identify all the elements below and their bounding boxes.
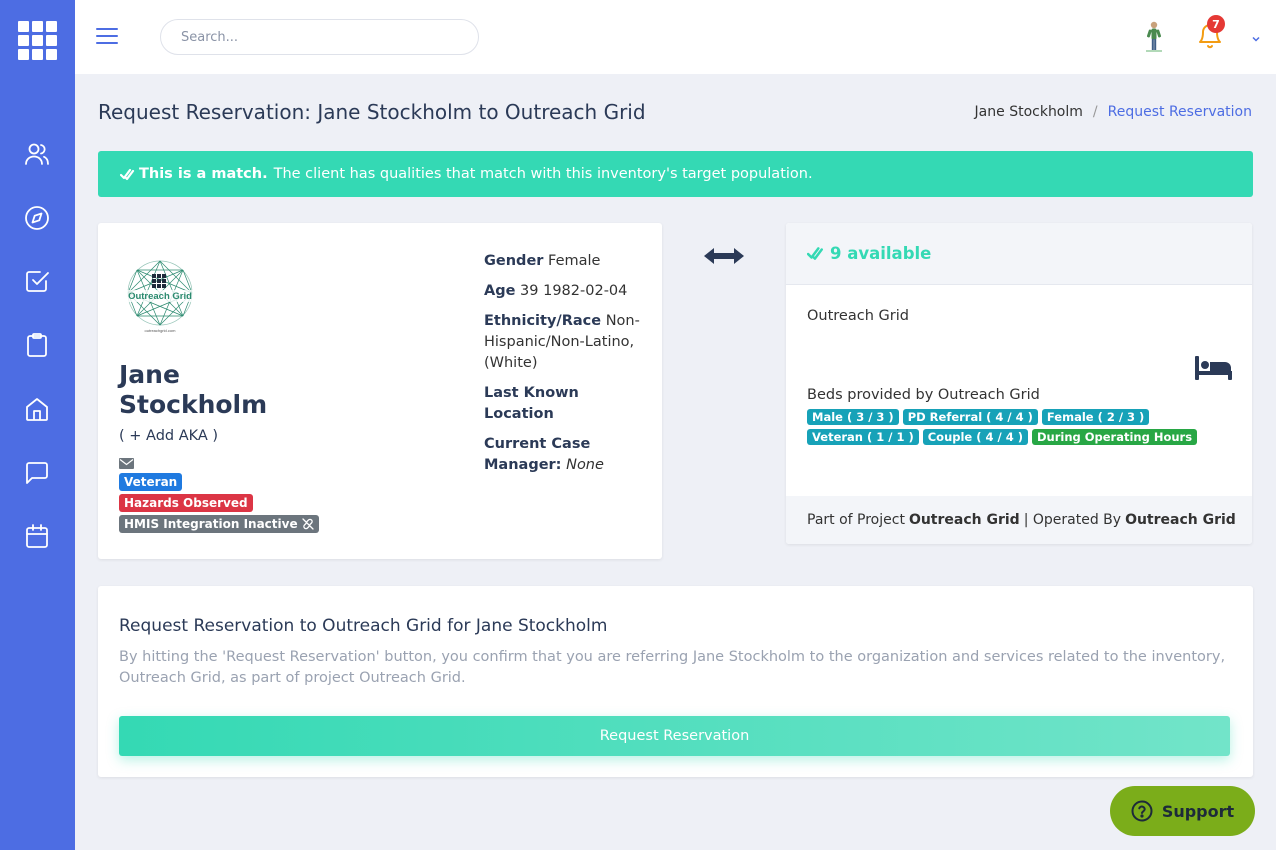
availability-count: 9 available bbox=[830, 244, 932, 263]
footer-mid: | Operated By bbox=[1023, 512, 1122, 528]
outreach-grid-logo: Outreach Grid outreachgrid.com bbox=[120, 259, 204, 339]
compass-icon[interactable] bbox=[23, 204, 51, 232]
tag-female: Female ( 2 / 3 ) bbox=[1041, 409, 1150, 425]
case-manager-row: Current Case Manager: None bbox=[484, 434, 649, 476]
inventory-card: 9 available Outreach Grid Beds provided … bbox=[786, 223, 1252, 544]
hmis-badge: HMIS Integration Inactive bbox=[119, 515, 319, 533]
menu-toggle-icon[interactable] bbox=[96, 28, 118, 46]
chevron-down-icon[interactable] bbox=[1250, 30, 1262, 42]
match-alert-text: The client has qualities that match with… bbox=[273, 166, 813, 182]
tag-male: Male ( 3 / 3 ) bbox=[807, 409, 899, 425]
tag-pd-referral: PD Referral ( 4 / 4 ) bbox=[902, 409, 1038, 425]
search-input[interactable] bbox=[160, 19, 479, 55]
sidebar bbox=[0, 0, 75, 850]
double-check-icon bbox=[807, 247, 823, 260]
tag-veteran: Veteran ( 1 / 1 ) bbox=[807, 429, 919, 445]
ethnicity-row: Ethnicity/Race Non-Hispanic/Non-Latino, … bbox=[484, 311, 649, 374]
client-card: Outreach Grid outreachgrid.com Jane Stoc… bbox=[98, 223, 662, 559]
beds-provided-label: Beds provided by Outreach Grid bbox=[807, 387, 1040, 403]
help-circle-icon bbox=[1131, 800, 1153, 822]
tag-operating-hours: During Operating Hours bbox=[1031, 429, 1198, 445]
home-icon[interactable] bbox=[23, 395, 51, 423]
footer-prefix: Part of Project bbox=[807, 512, 905, 528]
users-icon[interactable] bbox=[23, 140, 51, 168]
request-reservation-button[interactable]: Request Reservation bbox=[119, 716, 1230, 756]
gender-value: Female bbox=[548, 253, 601, 269]
unlink-icon bbox=[301, 518, 314, 530]
calendar-icon[interactable] bbox=[23, 522, 51, 550]
inventory-footer: Part of Project Outreach Grid | Operated… bbox=[786, 496, 1252, 544]
age-row: Age 39 1982-02-04 bbox=[484, 281, 649, 302]
double-check-icon bbox=[120, 168, 135, 180]
double-arrow-icon bbox=[702, 246, 746, 266]
user-avatar[interactable] bbox=[1140, 20, 1168, 54]
gender-label: Gender bbox=[484, 253, 544, 269]
clipboard-icon[interactable] bbox=[23, 331, 51, 359]
breadcrumb-current: Request Reservation bbox=[1107, 104, 1252, 120]
logo-text: Outreach Grid bbox=[128, 291, 192, 302]
hmis-badge-label: HMIS Integration Inactive bbox=[124, 517, 298, 531]
inventory-name: Outreach Grid bbox=[807, 308, 909, 324]
chat-icon[interactable] bbox=[23, 459, 51, 487]
client-details: Gender Female Age 39 1982-02-04 Ethnicit… bbox=[484, 251, 649, 485]
client-first-name: Jane bbox=[119, 360, 180, 389]
age-value: 39 1982-02-04 bbox=[520, 283, 628, 299]
request-title: Request Reservation to Outreach Grid for… bbox=[119, 616, 608, 636]
add-aka-link[interactable]: ( + Add AKA ) bbox=[119, 428, 218, 444]
apps-grid-icon[interactable] bbox=[18, 21, 57, 60]
bed-icon bbox=[1195, 356, 1232, 380]
footer-operator: Outreach Grid bbox=[1125, 512, 1236, 528]
footer-project: Outreach Grid bbox=[908, 512, 1020, 528]
support-button[interactable]: Support bbox=[1110, 786, 1255, 836]
page-title: Request Reservation: Jane Stockholm to O… bbox=[98, 100, 646, 124]
request-description: By hitting the 'Request Reservation' but… bbox=[119, 649, 1226, 686]
population-tags: Male ( 3 / 3 ) PD Referral ( 4 / 4 ) Fem… bbox=[807, 409, 1237, 445]
client-last-name: Stockholm bbox=[119, 390, 268, 419]
veteran-badge: Veteran bbox=[119, 473, 183, 491]
tag-couple: Couple ( 4 / 4 ) bbox=[922, 429, 1028, 445]
gender-row: Gender Female bbox=[484, 251, 649, 272]
age-label: Age bbox=[484, 283, 516, 299]
match-alert: This is a match. The client has qualitie… bbox=[98, 151, 1253, 197]
client-name: Jane Stockholm bbox=[119, 360, 267, 420]
case-manager-value: None bbox=[566, 457, 604, 473]
logo-subtext: outreachgrid.com bbox=[145, 328, 177, 333]
top-bar: 7 bbox=[75, 0, 1276, 74]
breadcrumb-client-link[interactable]: Jane Stockholm bbox=[975, 104, 1083, 120]
support-label: Support bbox=[1161, 801, 1235, 821]
envelope-icon[interactable] bbox=[119, 454, 134, 469]
hazards-badge: Hazards Observed bbox=[119, 494, 253, 512]
request-card: Request Reservation to Outreach Grid for… bbox=[98, 586, 1253, 777]
notification-count-badge: 7 bbox=[1207, 15, 1225, 33]
location-row: Last Known Location bbox=[484, 383, 649, 425]
match-alert-title: This is a match. bbox=[139, 166, 268, 182]
check-square-icon[interactable] bbox=[23, 267, 51, 295]
availability-header: 9 available bbox=[786, 223, 1252, 285]
location-label: Last Known Location bbox=[484, 385, 579, 422]
breadcrumb: Jane Stockholm / Request Reservation bbox=[975, 104, 1252, 120]
breadcrumb-separator: / bbox=[1092, 104, 1098, 120]
ethnicity-label: Ethnicity/Race bbox=[484, 313, 602, 329]
